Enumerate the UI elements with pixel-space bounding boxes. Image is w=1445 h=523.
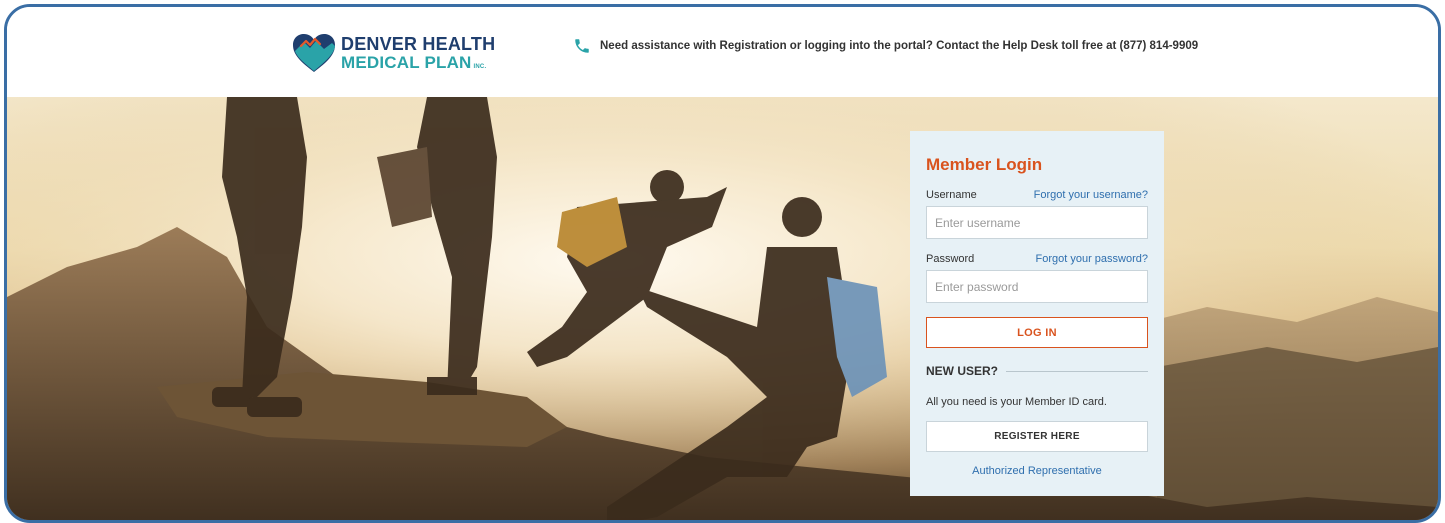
browser-frame: DENVER HEALTH MEDICAL PLAN INC. Need assi… (4, 4, 1441, 523)
new-user-divider (1006, 370, 1148, 372)
login-button[interactable]: LOG IN (926, 317, 1148, 348)
help-desk-text: Need assistance with Registration or log… (600, 40, 1199, 52)
logo-line-1: DENVER HEALTH (341, 34, 496, 54)
new-user-heading: NEW USER? (926, 364, 1148, 378)
forgot-username-link[interactable]: Forgot your username? (1034, 189, 1148, 201)
login-title: Member Login (926, 155, 1043, 174)
site-header: DENVER HEALTH MEDICAL PLAN INC. Need assi… (7, 7, 1438, 97)
new-user-title: NEW USER? (926, 364, 998, 378)
password-label: Password (926, 253, 975, 265)
username-label: Username (926, 189, 977, 201)
logo-line-2-text: MEDICAL PLAN (341, 53, 472, 72)
phone-icon (575, 39, 589, 53)
logo-wordmark: DENVER HEALTH MEDICAL PLAN INC. (341, 35, 495, 71)
forgot-password-link[interactable]: Forgot your password? (1036, 253, 1149, 265)
hero-photo (7, 97, 1438, 520)
member-login-panel: Member Login Username Forgot your userna… (910, 131, 1164, 496)
denver-health-logo[interactable]: DENVER HEALTH MEDICAL PLAN INC. (291, 33, 495, 73)
register-button[interactable]: REGISTER HERE (926, 421, 1148, 452)
password-label-row: Password Forgot your password? (926, 253, 1148, 265)
authorized-representative-link[interactable]: Authorized Representative (926, 465, 1148, 477)
new-user-description: All you need is your Member ID card. (926, 396, 1107, 408)
logo-inc: INC. (473, 64, 487, 70)
username-input[interactable] (926, 206, 1148, 239)
password-input[interactable] (926, 270, 1148, 303)
help-desk-notice: Need assistance with Registration or log… (573, 37, 1198, 55)
logo-line-2: MEDICAL PLAN INC. (341, 54, 495, 71)
heart-logo-icon (293, 34, 335, 72)
username-label-row: Username Forgot your username? (926, 189, 1148, 201)
hero-banner (7, 97, 1438, 520)
